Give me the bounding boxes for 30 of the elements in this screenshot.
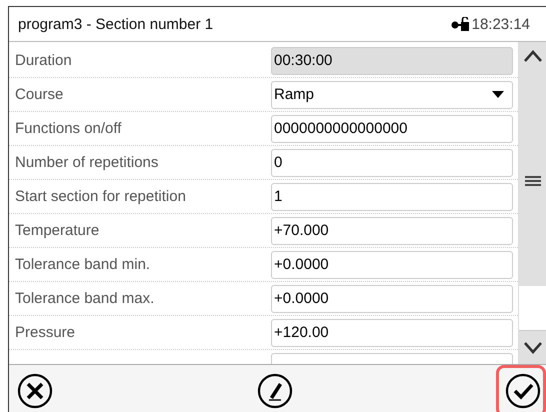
input-field[interactable]: 1 [271, 182, 513, 210]
field-label: Pressure [15, 324, 76, 341]
scroll-handle-icon[interactable] [524, 176, 540, 186]
field-label: Start section for repetition [15, 188, 187, 205]
close-icon [17, 373, 53, 409]
input-field[interactable]: +70.000 [271, 216, 513, 244]
dropdown-field[interactable]: Ramp [271, 80, 513, 108]
field-label: Tolerance band min. [15, 256, 152, 273]
input-field[interactable]: +0.0000 [271, 284, 513, 312]
checkmark-icon [505, 373, 541, 409]
field-label: Number of repetitions [15, 154, 160, 171]
input-field[interactable]: +120.00 [271, 318, 513, 346]
field-label: Tolerance band max. [15, 290, 156, 307]
clock-time: 18:23:14 [472, 16, 530, 32]
key-lock-icon [450, 17, 469, 31]
caret-icon [492, 91, 504, 98]
edit-button[interactable] [256, 373, 292, 409]
input-field[interactable]: 0 [271, 148, 513, 176]
window-title: program3 - Section number 1 [18, 16, 214, 32]
field-label: Temperature [15, 222, 100, 239]
field-label: Functions on/off [15, 120, 122, 137]
field-label: Duration [15, 52, 73, 69]
field-label: Course [15, 86, 64, 103]
scrollbar[interactable] [518, 42, 546, 364]
pencil-icon [256, 373, 292, 409]
input-field[interactable]: +0.0000 [271, 250, 513, 278]
cancel-button[interactable] [17, 373, 53, 409]
input-field[interactable]: 0000000000000000 [271, 114, 513, 142]
input-field: 00:30:00 [271, 46, 513, 74]
confirm-button[interactable] [496, 365, 546, 412]
